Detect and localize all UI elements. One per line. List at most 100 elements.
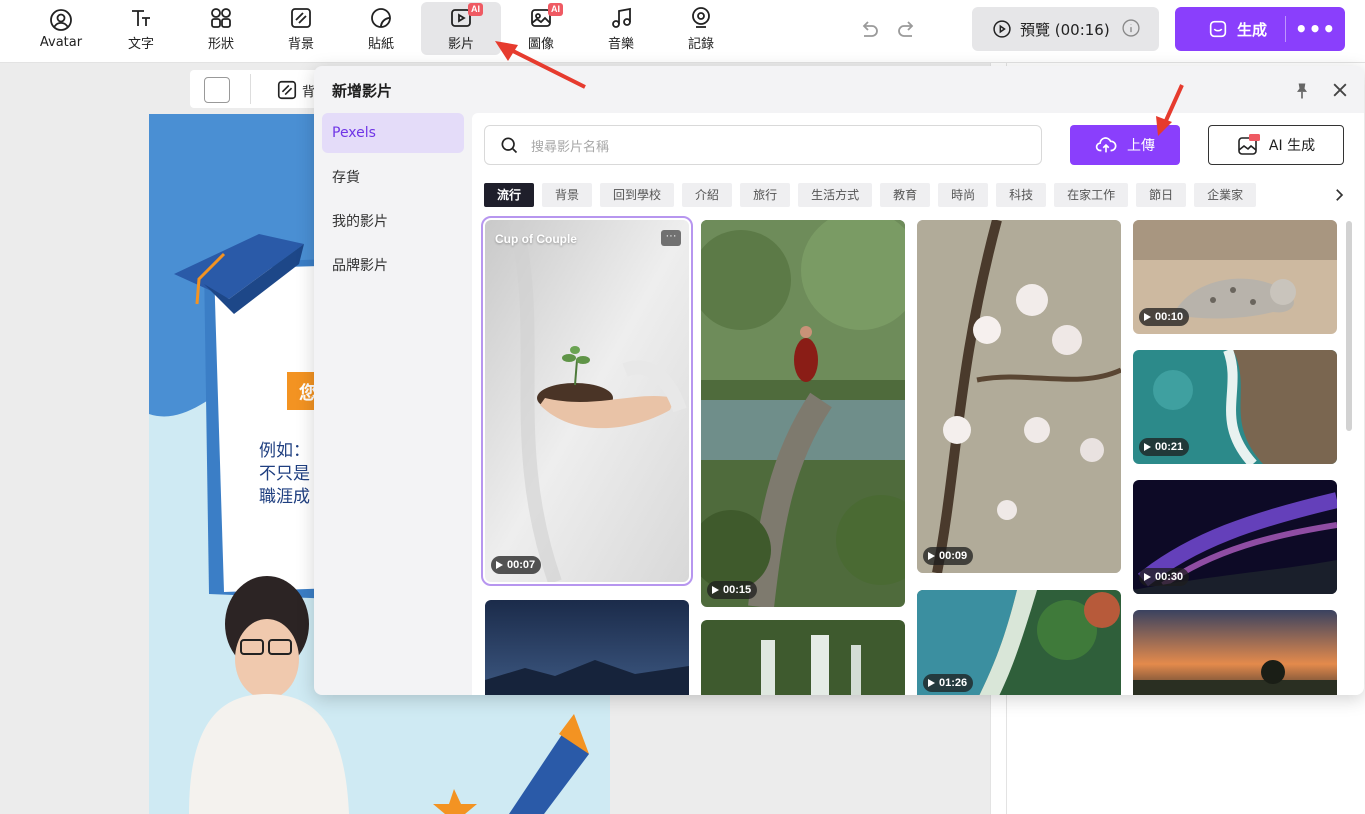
sticker-icon	[371, 7, 391, 28]
video-thumbnail	[485, 220, 689, 582]
tool-background[interactable]: 背景	[261, 2, 341, 55]
upload-button[interactable]: 上傳	[1070, 125, 1180, 165]
tag-item[interactable]: 背景	[542, 183, 593, 207]
play-icon	[1144, 573, 1151, 581]
generate-icon	[1209, 20, 1227, 38]
tool-label: 文字	[127, 36, 154, 52]
video-card[interactable]: 00:15	[701, 220, 905, 607]
tool-label: 圖像	[527, 36, 554, 52]
play-icon	[928, 552, 935, 560]
more-options-button[interactable]: •••	[1286, 17, 1345, 41]
search-input[interactable]: 搜尋影片名稱	[484, 125, 1042, 165]
close-icon[interactable]	[1330, 80, 1350, 100]
tool-text[interactable]: 文字	[101, 2, 181, 55]
pin-icon[interactable]	[1292, 81, 1312, 101]
video-title: Cup of Couple	[495, 232, 577, 246]
tag-item[interactable]: 回到學校	[600, 183, 675, 207]
sidebar-item-pexels[interactable]: Pexels	[322, 113, 464, 153]
video-thumbnail	[485, 600, 689, 695]
tool-sticker[interactable]: 貼紙	[341, 2, 421, 55]
tag-item[interactable]: 流行	[484, 183, 535, 207]
ai-badge: AI	[468, 3, 483, 16]
tag-item[interactable]: 生活方式	[798, 183, 873, 207]
video-thumbnail	[1133, 610, 1337, 695]
tool-label: 貼紙	[367, 36, 394, 52]
scrollbar[interactable]	[1346, 221, 1352, 431]
tag-item[interactable]: 介紹	[682, 183, 733, 207]
video-browser: 搜尋影片名稱 上傳 AI 生成 流行 背景 回到學校 介紹 旅行 生活方式 教育 時尚 科技 在家…	[472, 113, 1364, 695]
search-icon	[501, 137, 518, 154]
ai-badge: AI	[548, 3, 563, 16]
duration-text: 00:15	[723, 584, 752, 596]
video-card[interactable]: 00:30	[1133, 480, 1337, 594]
text-icon	[132, 9, 150, 26]
generate-main[interactable]: 生成	[1175, 7, 1285, 51]
video-card[interactable]: Cup of Couple ··· 00:07	[481, 216, 693, 586]
duration-badge: 01:26	[923, 674, 974, 692]
video-card[interactable]: 00:09	[917, 220, 1121, 573]
duration-text: 00:30	[1155, 571, 1184, 583]
tool-label: 影片	[447, 36, 474, 52]
tag-item[interactable]: 節日	[1136, 183, 1187, 207]
tag-item[interactable]: 企業家	[1194, 183, 1257, 207]
video-card[interactable]: 01:26	[917, 590, 1121, 695]
background-icon[interactable]	[276, 79, 298, 101]
tool-music[interactable]: 音樂	[581, 2, 661, 55]
tool-video[interactable]: AI 影片	[421, 2, 501, 55]
sidebar-item-stock[interactable]: 存貨	[322, 157, 464, 197]
tool-record[interactable]: 記錄	[661, 2, 741, 55]
tool-label: 形狀	[207, 36, 234, 52]
divider	[250, 74, 251, 104]
video-card[interactable]	[485, 600, 689, 695]
play-icon	[928, 679, 935, 687]
more-options-icon[interactable]: ···	[661, 230, 681, 246]
preview-label: 預覽 (00:16)	[1020, 20, 1110, 39]
record-icon	[692, 6, 710, 28]
tag-item[interactable]: 教育	[880, 183, 931, 207]
video-thumbnail	[701, 620, 905, 695]
slide-line: 職涯成	[259, 487, 310, 507]
category-tags: 流行 背景 回到學校 介紹 旅行 生活方式 教育 時尚 科技 在家工作 節日 企業家	[484, 183, 1314, 207]
tool-image[interactable]: AI 圖像	[501, 2, 581, 55]
chevron-right-icon[interactable]	[1330, 185, 1348, 205]
duration-badge: 00:21	[1139, 438, 1190, 456]
play-icon	[496, 561, 503, 569]
ai-image-icon	[1238, 134, 1260, 155]
duration-text: 00:07	[507, 559, 536, 571]
undo-icon[interactable]	[856, 18, 880, 42]
duration-badge: 00:10	[1139, 308, 1190, 326]
tag-item[interactable]: 科技	[996, 183, 1047, 207]
top-toolbar: Avatar 文字 形狀 背景 貼紙 AI 影片 AI 圖像 音樂 記錄 預覽 …	[0, 0, 1365, 63]
video-card[interactable]	[1133, 610, 1337, 695]
modal-title: 新增影片	[332, 82, 393, 100]
duration-badge: 00:09	[923, 547, 974, 565]
video-card[interactable]	[701, 620, 905, 695]
slide-text-block: 例如： 不只是 職涯成	[259, 440, 310, 509]
video-thumbnail	[917, 220, 1121, 573]
tool-shapes[interactable]: 形狀	[181, 2, 261, 55]
duration-text: 00:10	[1155, 311, 1184, 323]
color-swatch[interactable]	[204, 77, 230, 103]
video-card[interactable]: 00:10	[1133, 220, 1337, 334]
add-video-modal: 新增影片 Pexels 存貨 我的影片 品牌影片 搜尋影片名稱 上傳 AI 生成…	[314, 66, 1364, 695]
play-icon	[1144, 443, 1151, 451]
redo-icon[interactable]	[896, 18, 920, 42]
play-circle-icon	[993, 20, 1011, 38]
duration-badge: 00:07	[491, 556, 542, 574]
video-thumbnail	[701, 220, 905, 607]
sidebar-item-my-videos[interactable]: 我的影片	[322, 201, 464, 241]
preview-button[interactable]: 預覽 (00:16)	[972, 7, 1159, 51]
tool-avatar[interactable]: Avatar	[21, 2, 101, 55]
play-icon	[712, 586, 719, 594]
sidebar-item-brand-videos[interactable]: 品牌影片	[322, 245, 464, 285]
video-card[interactable]: 00:21	[1133, 350, 1337, 464]
tag-item[interactable]: 時尚	[938, 183, 989, 207]
duration-text: 00:21	[1155, 441, 1184, 453]
info-icon[interactable]	[1121, 18, 1141, 38]
tag-item[interactable]: 旅行	[740, 183, 791, 207]
slide-line: 例如：	[259, 441, 310, 461]
ai-generate-label: AI 生成	[1268, 138, 1316, 154]
generate-button[interactable]: 生成 •••	[1175, 7, 1345, 51]
ai-generate-button[interactable]: AI 生成	[1208, 125, 1344, 165]
tag-item[interactable]: 在家工作	[1054, 183, 1129, 207]
